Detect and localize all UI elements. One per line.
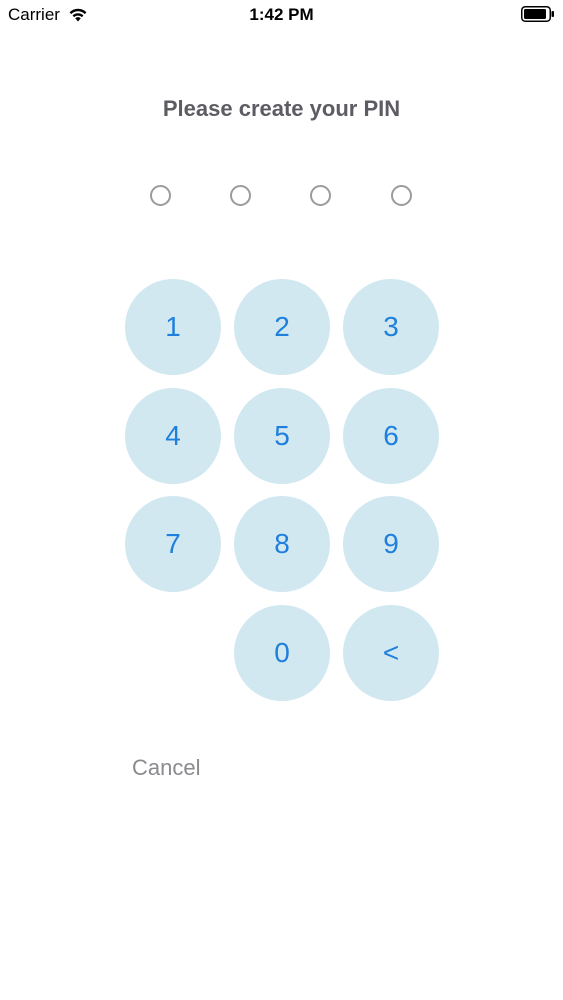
- pin-dot: [150, 185, 171, 206]
- key-6-button[interactable]: 6: [343, 388, 439, 484]
- page-title: Please create your PIN: [162, 96, 401, 121]
- key-8-button[interactable]: 8: [234, 496, 330, 592]
- battery-icon: [521, 6, 554, 22]
- pin-dot: [310, 185, 331, 206]
- status-bar: Carrier 1:42 PM: [0, 0, 563, 30]
- key-4-button[interactable]: 4: [125, 388, 221, 484]
- key-7-button[interactable]: 7: [125, 496, 221, 592]
- key-1-button[interactable]: 1: [125, 279, 221, 375]
- pin-dot: [391, 185, 412, 206]
- key-9-button[interactable]: 9: [343, 496, 439, 592]
- status-time: 1:42 PM: [249, 5, 314, 24]
- pin-dot: [230, 185, 251, 206]
- backspace-button[interactable]: <: [343, 605, 439, 701]
- cancel-button[interactable]: Cancel: [132, 755, 200, 781]
- key-5-button[interactable]: 5: [234, 388, 330, 484]
- pin-setup-screen: Carrier 1:42 PM Please create your PIN 1…: [0, 0, 563, 1000]
- key-2-button[interactable]: 2: [234, 279, 330, 375]
- key-0-button[interactable]: 0: [234, 605, 330, 701]
- key-3-button[interactable]: 3: [343, 279, 439, 375]
